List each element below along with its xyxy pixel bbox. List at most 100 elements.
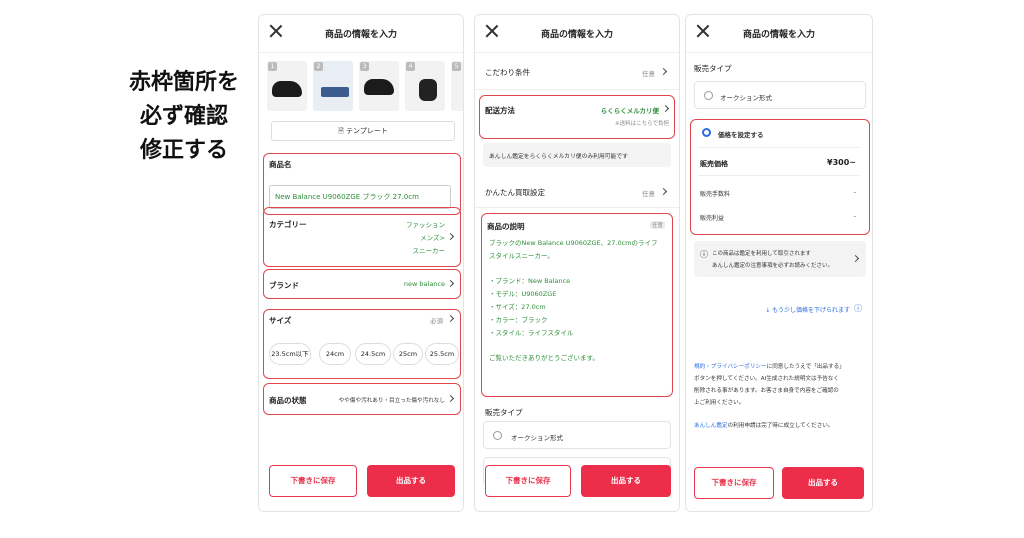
description-textarea[interactable]: ブラックのNew Balance U9060ZGE、27.0cmのライフ スタイ… <box>489 237 669 365</box>
condition-label: 商品の状態 <box>269 396 307 405</box>
divider <box>475 207 679 208</box>
screen-title: 商品の情報を入力 <box>742 30 815 40</box>
kodawari-optional-tag: 任意 <box>642 70 655 78</box>
description-line: ・カラー：ブラック <box>489 315 548 324</box>
stage: 赤枠箇所を 必ず確認 修正する 商品の情報を入力 1 2 3 4 5 🗎 テンプ… <box>0 0 1024 538</box>
radio-button-selected[interactable] <box>702 128 711 137</box>
description-optional-tag: 任意 <box>649 221 665 229</box>
screen-title: 商品の情報を入力 <box>324 30 397 40</box>
photo-number: 2 <box>314 62 323 71</box>
description-line: スタイルスニーカー。 <box>489 251 554 260</box>
kantei-notice[interactable] <box>694 241 866 277</box>
save-draft-button[interactable]: 下書きに保存 <box>694 467 774 499</box>
kantei-link[interactable]: あんしん鑑定 <box>694 423 728 429</box>
description-line: ・モデル：U9060ZGE <box>489 290 557 299</box>
kantei-notice-line-2: あんしん鑑定の注意事項を必ずお読みください。 <box>712 263 834 269</box>
caption-line-3: 修正する <box>139 138 228 163</box>
chevron-right-icon[interactable] <box>659 67 668 76</box>
photo-number: 1 <box>268 62 277 71</box>
brand-value[interactable]: new balance <box>404 280 445 288</box>
product-name-input[interactable]: New Balance U9060ZGE ブラック 27.0cm <box>269 185 451 209</box>
photo-number: 3 <box>360 62 369 71</box>
caption-line-2: 必ず確認 <box>139 104 228 129</box>
terms-line: 上ご利用ください。 <box>694 400 745 406</box>
screen-title: 商品の情報を入力 <box>540 30 613 40</box>
auction-option-label: オークション形式 <box>511 434 563 442</box>
submit-listing-button[interactable]: 出品する <box>367 465 455 497</box>
terms-line: 削除される事があります。お客さま自身で内容をご確認の <box>694 388 839 394</box>
kantei-terms: あんしん鑑定の利用申請は完了時に成立してください。 <box>694 421 866 429</box>
condition-value[interactable]: やや傷や汚れあり・目立った傷や汚れなし <box>339 396 445 404</box>
description-label: 商品の説明 <box>487 222 525 231</box>
shoe-photo <box>272 81 302 97</box>
photo-thumb[interactable]: 5 <box>451 61 463 111</box>
shoe-photo <box>419 79 437 101</box>
photo-number: 5 <box>452 62 461 71</box>
description-line: ご覧いただきありがとうございます。 <box>489 354 599 363</box>
shipping-label: 配送方法 <box>485 106 515 115</box>
caption-line-1: 赤枠箇所を <box>128 70 239 95</box>
submit-listing-button[interactable]: 出品する <box>581 465 671 497</box>
shipping-note: ※送料はこちらで負担 <box>615 121 669 127</box>
profit-label: 販売利益 <box>700 215 725 222</box>
photo-thumb[interactable]: 1 <box>267 61 307 111</box>
radio-button[interactable] <box>704 91 713 100</box>
size-chip[interactable]: 24.5cm <box>355 343 391 365</box>
size-chip[interactable]: 23.5cm以下 <box>269 343 311 365</box>
size-chip[interactable]: 25cm <box>393 343 423 365</box>
info-icon: ⓘ <box>700 250 708 259</box>
lower-price-link[interactable]: ↓ もう少し価格を下げられます <box>765 305 850 314</box>
info-icon[interactable]: ⓘ <box>854 303 862 314</box>
price-input[interactable]: ¥300~ <box>827 158 856 167</box>
sale-type-label: 販売タイプ <box>485 408 523 417</box>
terms-text: 規約・プライバシーポリシーに同意したうえで「出品する」 ボタンを押してください。… <box>694 361 866 409</box>
template-icon: 🗎 <box>338 127 347 135</box>
kantei-notice-line-1: この商品は鑑定を利用して取引されます <box>712 251 811 257</box>
description-line: ・ブランド：New Balance <box>489 277 571 286</box>
photo-number: 4 <box>406 62 415 71</box>
radio-button[interactable] <box>493 431 502 440</box>
box-photo <box>321 87 349 97</box>
phone-screen-1: 商品の情報を入力 1 2 3 4 5 🗎 テンプレート 商品名 New Bala… <box>258 14 464 512</box>
photo-thumb[interactable]: 2 <box>313 61 353 111</box>
phone-screen-3: 商品の情報を入力 販売タイプ オークション形式 価格を設定する 販売価格 ¥30… <box>685 14 873 512</box>
size-chip[interactable]: 25.5cm <box>425 343 459 365</box>
screen-header: 商品の情報を入力 <box>686 15 872 53</box>
save-draft-button[interactable]: 下書きに保存 <box>269 465 357 497</box>
photo-thumb[interactable]: 4 <box>405 61 445 111</box>
info-box-text: あんしん鑑定をらくらくメルカリ便のみ利用可能です <box>489 154 628 160</box>
terms-line: に同意したうえで「出品する」 <box>766 364 845 370</box>
price-label: 販売価格 <box>700 160 728 168</box>
screen-header: 商品の情報を入力 <box>259 15 463 53</box>
description-line <box>489 339 669 352</box>
shoe-photo <box>364 79 394 95</box>
description-line: ブラックのNew Balance U9060ZGE、27.0cmのライフ <box>489 239 658 247</box>
highlight-shipping <box>479 95 675 139</box>
chevron-right-icon[interactable] <box>659 187 668 196</box>
category-value-1[interactable]: ファッション <box>406 219 445 229</box>
category-value-2[interactable]: メンズ> <box>420 232 445 242</box>
description-line: ・スタイル：ライフスタイル <box>489 328 574 337</box>
template-button[interactable]: 🗎 テンプレート <box>271 121 455 141</box>
divider <box>475 89 679 90</box>
size-chip[interactable]: 24cm <box>319 343 351 365</box>
kantei-optional-tag: 任意 <box>642 190 655 198</box>
auction-option-label: オークション形式 <box>720 94 772 102</box>
kodawari-label: こだわり条件 <box>485 68 530 77</box>
brand-label: ブランド <box>269 281 299 290</box>
sale-type-label: 販売タイプ <box>694 64 732 73</box>
terms-link[interactable]: 規約・プライバシーポリシー <box>694 364 767 370</box>
kantei-terms-text: の利用申請は完了時に成立してください。 <box>727 423 834 429</box>
photo-thumb[interactable]: 3 <box>359 61 399 111</box>
photo-strip: 1 2 3 4 5 <box>267 61 463 113</box>
screen-header: 商品の情報を入力 <box>475 15 679 53</box>
size-required-tag: 必須 <box>430 317 443 325</box>
category-value-3[interactable]: スニーカー <box>413 245 446 255</box>
kantei-label: かんたん買取設定 <box>485 188 545 197</box>
shipping-value[interactable]: らくらくメルカリ便 <box>601 105 659 115</box>
divider <box>698 147 860 148</box>
save-draft-button[interactable]: 下書きに保存 <box>485 465 571 497</box>
submit-listing-button[interactable]: 出品する <box>782 467 864 499</box>
divider <box>698 175 860 176</box>
profit-value: - <box>853 212 856 220</box>
